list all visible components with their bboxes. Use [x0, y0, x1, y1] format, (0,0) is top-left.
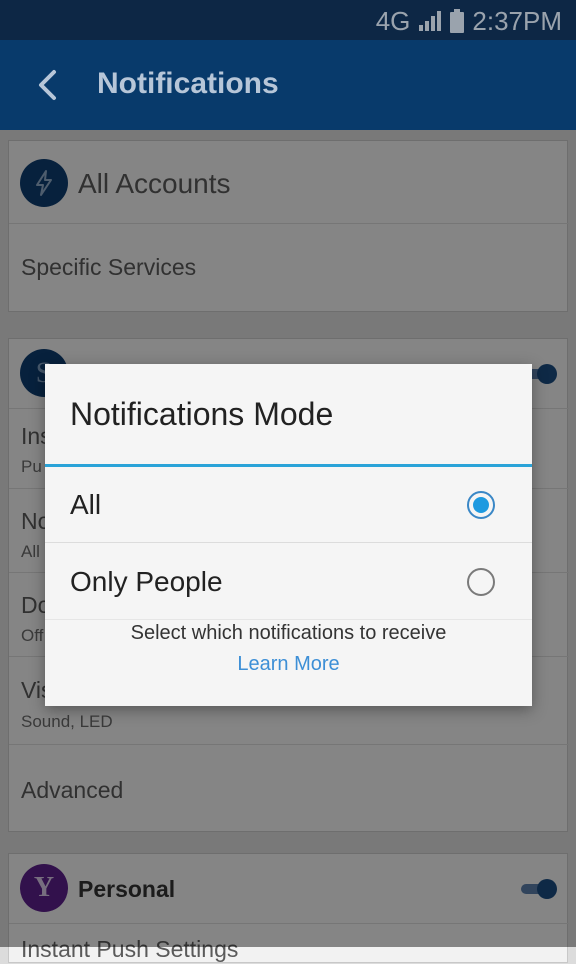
learn-more-link[interactable]: Learn More	[45, 653, 532, 676]
option-all-radio[interactable]	[467, 491, 495, 519]
option-all[interactable]: All	[45, 467, 532, 543]
clock: 2:37PM	[472, 5, 562, 36]
dialog-title: Notifications Mode	[70, 396, 334, 432]
back-arrow-icon[interactable]	[34, 68, 62, 102]
page-title: Notifications	[97, 67, 279, 100]
app-bar: Notifications	[0, 40, 576, 130]
option-only-people-label: Only People	[70, 566, 223, 597]
notifications-mode-dialog: Notifications Mode All Only People Selec…	[45, 364, 532, 706]
battery-icon	[450, 9, 465, 33]
option-only-people-radio[interactable]	[467, 568, 495, 596]
option-only-people[interactable]: Only People	[45, 544, 532, 620]
status-indicators: 4G 2:37PM	[376, 6, 562, 36]
network-type: 4G	[375, 5, 411, 36]
status-bar: 4G 2:37PM	[0, 0, 576, 40]
dialog-description: Select which notifications to receive	[130, 622, 447, 644]
option-all-label: All	[70, 489, 102, 520]
signal-icon	[419, 11, 442, 31]
